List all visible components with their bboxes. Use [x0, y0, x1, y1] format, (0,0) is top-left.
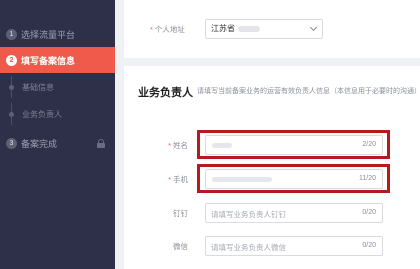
- placeholder: 请填写业务负责人钉钉: [211, 210, 286, 219]
- section-title: 业务负责人: [138, 87, 193, 99]
- step-number: 3: [6, 137, 17, 149]
- step-label: 填写备案信息: [21, 55, 76, 66]
- phone-label: * 手机: [168, 175, 188, 184]
- wechat-label: 微信: [173, 242, 188, 251]
- step-label: 选择流量平台: [21, 29, 76, 40]
- placeholder: 请填写业务负责人微信: [211, 243, 286, 252]
- char-counter: 0/20: [362, 209, 376, 216]
- highlight-box: [197, 130, 390, 159]
- highlight-box: [197, 164, 390, 193]
- substep-business-owner[interactable]: 业务负责人: [0, 103, 115, 125]
- substep-dot: [9, 85, 14, 90]
- substep-label: 业务负责人: [22, 109, 62, 119]
- address-select[interactable]: 江苏省: [205, 19, 323, 39]
- step-number: 2: [6, 54, 17, 66]
- chevron-down-icon: [309, 23, 318, 32]
- sidebar: 1 选择流量平台 2 填写备案信息 基础信息 业务负责人 3 备案完成: [0, 0, 115, 269]
- wechat-input[interactable]: 请填写业务负责人微信 0/20: [205, 236, 383, 256]
- step-fill-info[interactable]: 2 填写备案信息: [0, 47, 115, 73]
- section-description: 请填写当前备案业务的运营有效负责人信息（本信息用于必要时的沟通）: [197, 88, 420, 95]
- lock-icon: [97, 139, 105, 148]
- step-select-platform[interactable]: 1 选择流量平台: [0, 21, 115, 47]
- section-divider: [124, 58, 420, 66]
- step-label: 备案完成: [21, 138, 58, 149]
- substep-basic-info[interactable]: 基础信息: [0, 76, 115, 98]
- name-label: * 姓名: [168, 141, 188, 150]
- char-counter: 0/20: [362, 242, 376, 249]
- substep-label: 基础信息: [22, 82, 54, 92]
- dingtalk-label: 钉钉: [173, 209, 188, 218]
- address-value: 江苏省: [211, 24, 235, 33]
- address-label: * 个人地址: [150, 25, 185, 34]
- step-number: 1: [6, 28, 17, 40]
- dingtalk-input[interactable]: 请填写业务负责人钉钉 0/20: [205, 203, 383, 223]
- substep-dot: [9, 112, 14, 117]
- step-complete: 3 备案完成: [0, 130, 115, 156]
